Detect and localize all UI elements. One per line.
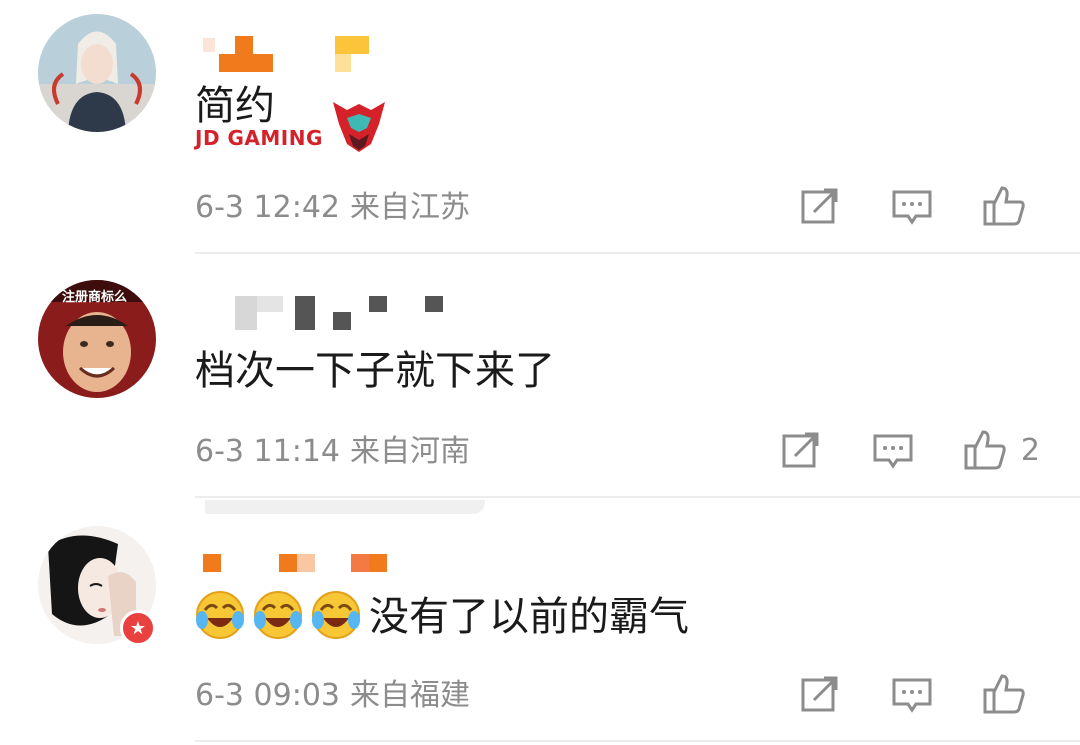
comment-icon bbox=[873, 434, 913, 469]
comment-meta: 6-3 09:03 来自福建 bbox=[195, 678, 470, 714]
like-button[interactable] bbox=[982, 672, 1040, 716]
avatar[interactable] bbox=[38, 14, 156, 132]
share-button[interactable] bbox=[798, 672, 842, 716]
comment-meta: 6-3 11:14 来自河南 bbox=[195, 434, 470, 470]
share-icon bbox=[801, 188, 838, 224]
comment-text-body: 没有了以前的霸气 bbox=[369, 594, 689, 640]
comment-location: 来自河南 bbox=[350, 434, 470, 469]
comment-icon bbox=[892, 190, 932, 225]
comment-button[interactable] bbox=[871, 428, 915, 472]
laugh-cry-emoji-icon bbox=[253, 590, 303, 640]
share-icon bbox=[801, 676, 838, 712]
team-badge: JD GAMING bbox=[195, 94, 391, 154]
comment-actions bbox=[750, 672, 1040, 716]
comment-icon bbox=[892, 678, 932, 713]
share-icon bbox=[782, 432, 819, 468]
divider bbox=[195, 496, 1080, 498]
comment-button[interactable] bbox=[890, 184, 934, 228]
comment-actions bbox=[750, 184, 1040, 228]
comment-location: 来自江苏 bbox=[350, 190, 470, 225]
share-button[interactable] bbox=[798, 184, 842, 228]
divider bbox=[195, 252, 1080, 254]
comment-location: 来自福建 bbox=[350, 678, 470, 713]
laugh-cry-emoji-icon bbox=[195, 590, 245, 640]
comment-text: 没有了以前的霸气 bbox=[195, 590, 689, 641]
like-count: 2 bbox=[1020, 432, 1040, 468]
comment-text: 档次一下子就下来了 bbox=[195, 348, 555, 394]
like-button[interactable] bbox=[982, 184, 1040, 228]
comment-time: 6-3 11:14 bbox=[195, 434, 340, 469]
share-button[interactable] bbox=[779, 428, 823, 472]
jdg-logo-icon bbox=[332, 102, 385, 152]
username-redacted[interactable] bbox=[195, 294, 455, 334]
like-button[interactable]: 2 bbox=[963, 428, 1040, 472]
laugh-cry-emoji-icon bbox=[311, 590, 361, 640]
comment-time: 6-3 12:42 bbox=[195, 190, 340, 225]
comment-time: 6-3 09:03 bbox=[195, 678, 340, 713]
comment-button[interactable] bbox=[890, 672, 934, 716]
team-badge-text: JD GAMING bbox=[195, 126, 323, 150]
thumbs-up-icon bbox=[964, 430, 1006, 470]
comment-meta: 6-3 12:42 来自江苏 bbox=[195, 190, 470, 226]
avatar-watermark: 注册商标么 bbox=[62, 290, 128, 305]
thumbs-up-icon bbox=[983, 674, 1025, 714]
comment-actions: 2 bbox=[731, 428, 1040, 472]
vip-badge-icon: ★ bbox=[120, 610, 156, 646]
username-redacted[interactable] bbox=[195, 36, 375, 76]
thumbs-up-icon bbox=[983, 186, 1025, 226]
scroll-shadow bbox=[205, 500, 485, 514]
username-redacted[interactable] bbox=[195, 552, 395, 574]
divider bbox=[195, 740, 1080, 742]
